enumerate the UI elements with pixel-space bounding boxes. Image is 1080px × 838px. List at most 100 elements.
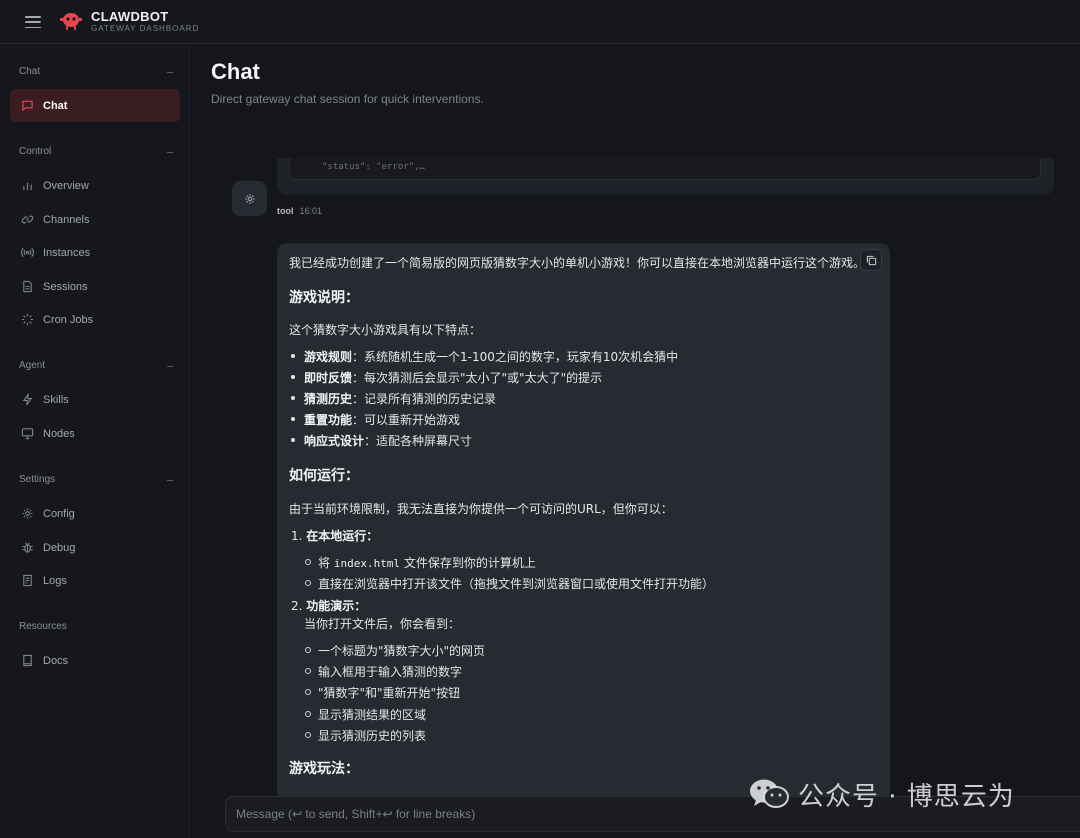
sidebar-item-debug[interactable]: Debug	[10, 531, 180, 564]
sidebar-section-chat[interactable]: Chat	[19, 66, 173, 77]
sidebar-item-config[interactable]: Config	[10, 497, 180, 530]
description-intro: 这个猜数字大小游戏具有以下特点：	[289, 323, 482, 337]
sidebar-item-chat[interactable]: Chat	[10, 89, 180, 122]
feature-item: 响应式设计：适配各种屏幕尺寸	[304, 432, 472, 449]
sidebar-item-docs[interactable]: Docs	[10, 644, 180, 677]
page-title: Chat	[211, 59, 260, 84]
step-2: 2. 功能演示：	[291, 599, 367, 613]
sidebar-item-overview[interactable]: Overview	[10, 169, 180, 202]
run-intro: 由于当前环境限制，我无法直接为你提供一个可访问的URL，但你可以：	[289, 502, 673, 516]
sidebar-item-label: Docs	[43, 654, 69, 667]
sidebar-item-label: Config	[43, 507, 75, 520]
sidebar-item-sessions[interactable]: Sessions	[10, 270, 180, 303]
section-label: Agent	[19, 360, 46, 371]
section-label: Resources	[19, 621, 67, 632]
section-label: Chat	[19, 66, 41, 77]
sidebar-item-label: Overview	[43, 179, 89, 192]
inline-code: index.html	[333, 557, 401, 570]
circle-bullet-icon	[305, 689, 311, 695]
heading-gameplay: 游戏玩法：	[289, 761, 359, 777]
feature-text: ：适配各种屏幕尺寸	[364, 434, 473, 448]
step-2-item: 显示猜测历史的列表	[318, 729, 427, 743]
bullet-icon	[291, 375, 295, 379]
sidebar-item-label: Chat	[43, 99, 68, 112]
feature-label: 游戏规则	[304, 350, 353, 364]
heading-how-to-run: 如何运行：	[289, 468, 359, 484]
feature-item: 游戏规则：系统随机生成一个1-100之间的数字，玩家有10次机会猜中	[304, 348, 678, 365]
book-icon	[20, 654, 34, 668]
sidebar-item-label: Logs	[43, 574, 67, 587]
monitor-icon	[20, 427, 34, 441]
watermark-text: 公众号 · 博思云为	[798, 781, 1015, 812]
bullet-icon	[291, 438, 295, 442]
circle-bullet-icon	[305, 668, 311, 674]
clawdbot-logo-icon	[60, 13, 82, 30]
sidebar-item-skills[interactable]: Skills	[10, 383, 180, 416]
step-1-label: 在本地运行：	[306, 529, 379, 543]
collapse-icon	[167, 366, 173, 367]
section-label: Settings	[19, 474, 56, 485]
step-2-item: "猜数字"和"重新开始"按钮	[318, 686, 461, 700]
feature-label: 重置功能	[304, 413, 353, 427]
sidebar-item-label: Sessions	[43, 280, 88, 293]
text-fragment: 文件保存到你的计算机上	[400, 556, 536, 570]
sidebar-item-label: Cron Jobs	[43, 313, 94, 326]
gear-icon	[244, 193, 255, 204]
bullet-icon	[291, 396, 295, 400]
step-2-item: 输入框用于输入猜测的数字	[318, 665, 463, 679]
collapse-icon	[167, 72, 173, 73]
bullet-icon	[291, 417, 295, 421]
heading-game-description: 游戏说明：	[289, 290, 359, 306]
feature-text: ：可以重新开始游戏	[352, 413, 461, 427]
feature-label: 响应式设计	[304, 434, 365, 448]
sidebar-item-logs[interactable]: Logs	[10, 564, 180, 597]
file-list-icon	[20, 574, 34, 588]
sidebar-section-resources[interactable]: Resources	[19, 621, 173, 632]
section-label: Control	[19, 146, 52, 157]
text-fragment: 将	[318, 556, 334, 570]
loader-icon	[20, 313, 34, 327]
file-text-icon	[20, 280, 34, 294]
sidebar-item-channels[interactable]: Channels	[10, 203, 180, 236]
sidebar-item-label: Instances	[43, 246, 91, 259]
sidebar-item-label: Debug	[43, 541, 76, 554]
feature-text: ：每次猜测后会显示"太小了"或"太大了"的提示	[352, 371, 603, 385]
brand-title: CLAWDBOT	[91, 9, 169, 24]
sidebar-item-instances[interactable]: Instances	[10, 236, 180, 269]
menu-icon[interactable]	[24, 13, 42, 31]
feature-label: 猜测历史	[304, 392, 353, 406]
copy-icon	[866, 255, 876, 265]
feature-item: 重置功能：可以重新开始游戏	[304, 411, 460, 428]
message-role: tool	[277, 206, 294, 216]
collapse-icon	[167, 480, 173, 481]
sidebar-section-control[interactable]: Control	[19, 146, 173, 157]
circle-bullet-icon	[305, 711, 311, 717]
message-time: 16:01	[299, 206, 323, 216]
zap-icon	[20, 393, 34, 407]
sidebar-item-cron-jobs[interactable]: Cron Jobs	[10, 303, 180, 336]
sidebar-section-agent[interactable]: Agent	[19, 360, 173, 371]
step-1-item: 直接在浏览器中打开该文件（拖拽文件到浏览器窗口或使用文件打开功能）	[318, 577, 715, 591]
circle-bullet-icon	[305, 580, 311, 586]
sidebar-section-settings[interactable]: Settings	[19, 474, 173, 485]
feature-text: ：系统随机生成一个1-100之间的数字，玩家有10次机会猜中	[352, 350, 679, 364]
step-1: 1. 在本地运行：	[291, 529, 379, 543]
tool-message-meta: tool 16:01	[277, 206, 322, 216]
feature-text: ：记录所有猜测的历史记录	[352, 392, 497, 406]
sidebar-item-nodes[interactable]: Nodes	[10, 417, 180, 450]
tool-avatar	[232, 181, 267, 216]
tool-code-block: "status": "error",…	[289, 158, 1041, 180]
step-1-item: 将 index.html 文件保存到你的计算机上	[318, 554, 536, 571]
link-icon	[20, 213, 34, 227]
message-intro: 我已经成功创建了一个简易版的网页版猜数字大小的单机小游戏！你可以直接在本地浏览器…	[289, 256, 866, 270]
message-square-icon	[20, 99, 34, 113]
tool-code-text: "status": "error",…	[322, 162, 425, 172]
sidebar: Chat Chat Control Overview Channels Inst…	[0, 45, 190, 838]
feature-label: 即时反馈	[304, 371, 353, 385]
bar-chart-icon	[20, 179, 34, 193]
bullet-icon	[291, 354, 295, 358]
collapse-icon	[167, 152, 173, 153]
sidebar-item-label: Nodes	[43, 427, 75, 440]
sidebar-item-label: Channels	[43, 213, 90, 226]
step-2-intro: 当你打开文件后，你会看到：	[304, 617, 461, 631]
